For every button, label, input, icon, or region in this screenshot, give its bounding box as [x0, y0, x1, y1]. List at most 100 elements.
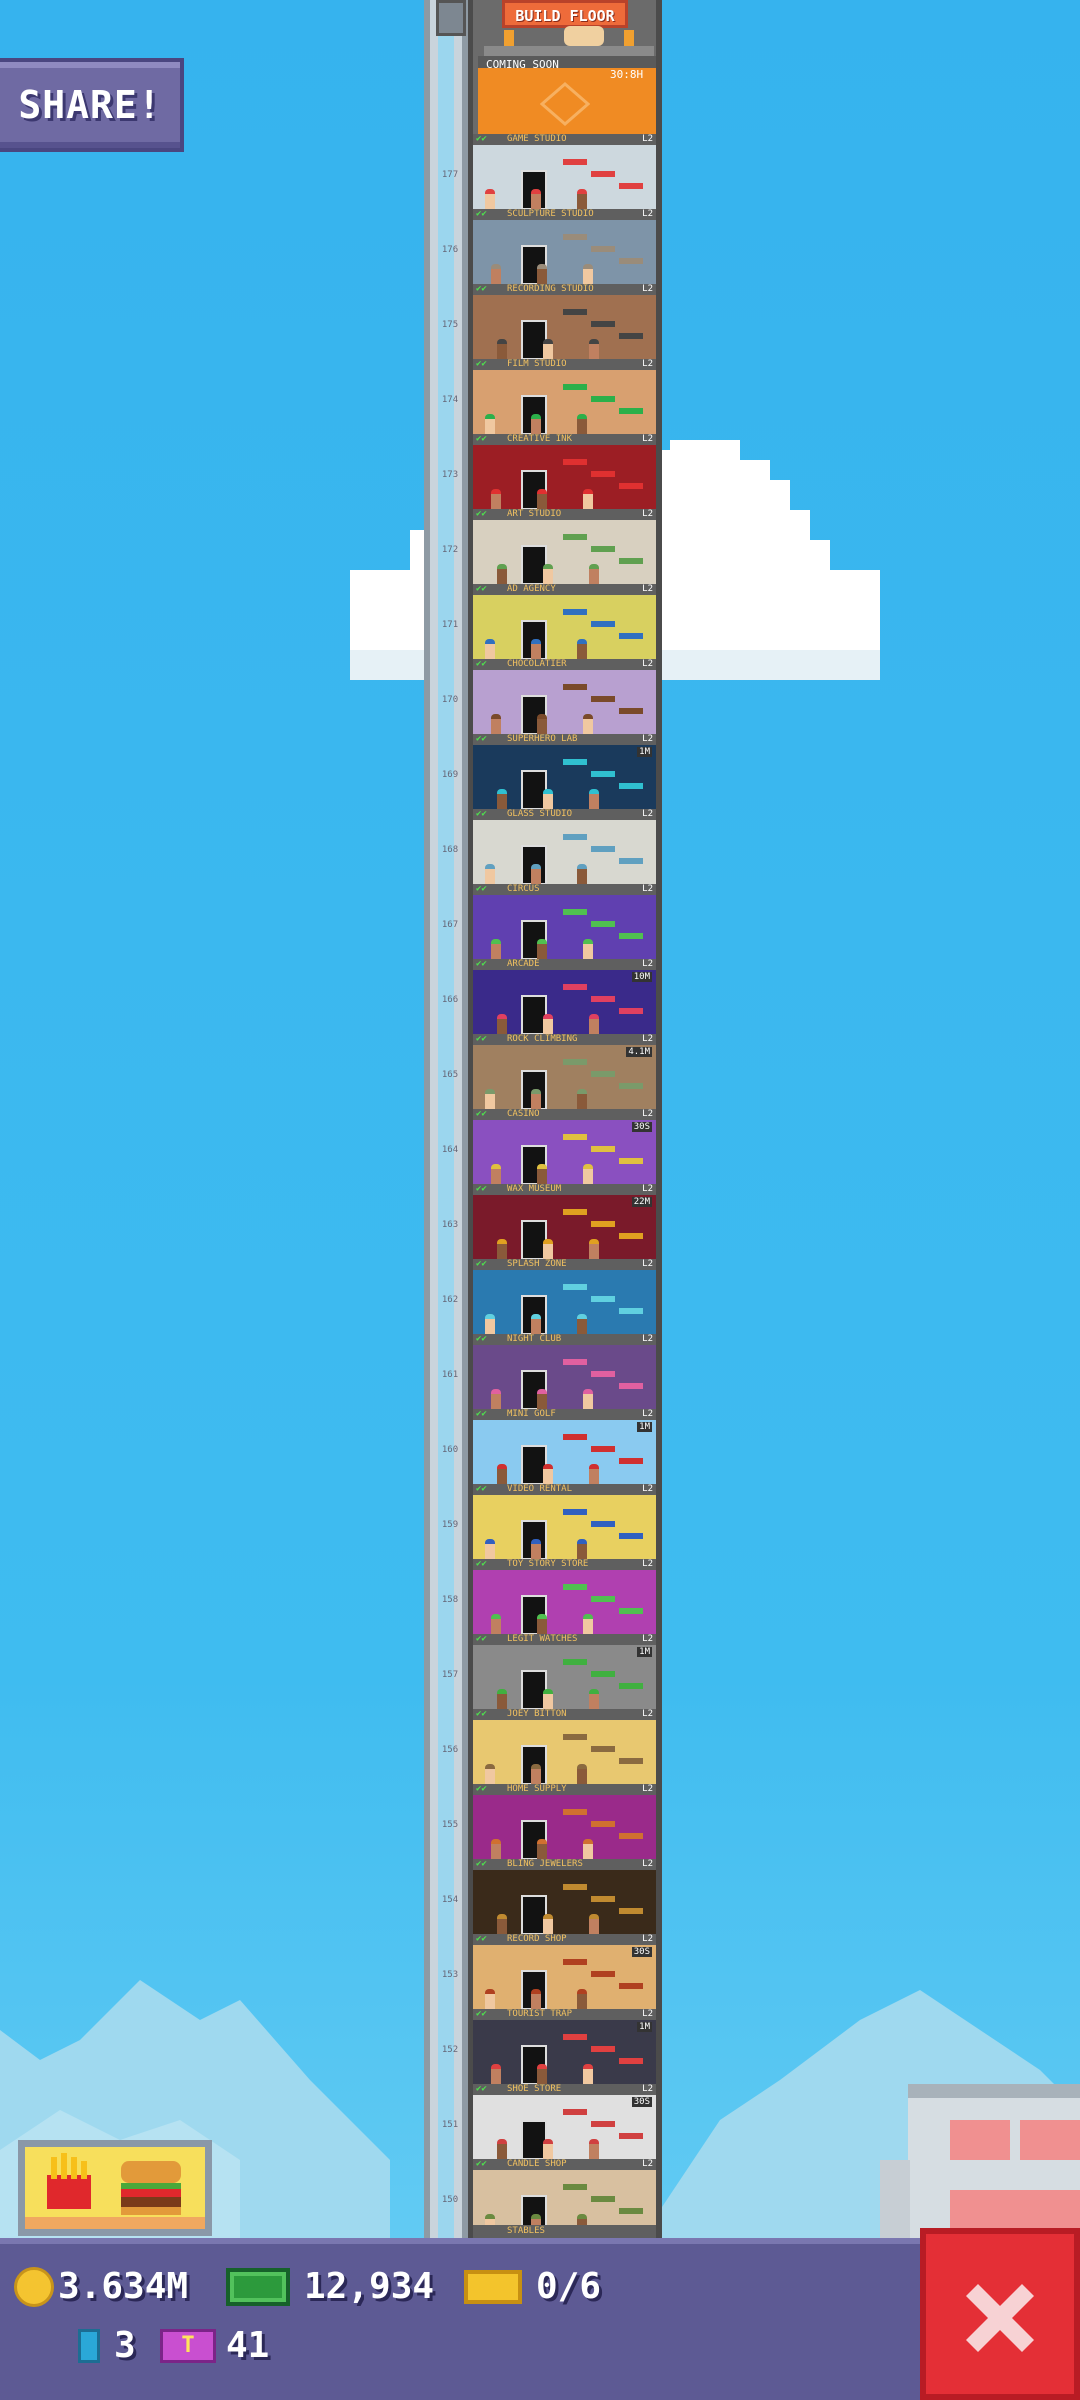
floor[interactable]: ✔✔ ART STUDIO L2 [473, 509, 656, 584]
floor[interactable]: ✔✔ CASINO L2 30S [473, 1109, 656, 1184]
floor[interactable]: ✔✔ LEGIT WATCHES L2 1M [473, 1634, 656, 1709]
bitizen[interactable] [485, 1764, 495, 1784]
floor[interactable]: ✔✔ TOY STORY STORE L2 [473, 1559, 656, 1634]
floor-room[interactable] [473, 1795, 656, 1859]
floor-room[interactable] [473, 295, 656, 359]
bitizen[interactable] [531, 1539, 541, 1559]
bitizen[interactable] [537, 1164, 547, 1184]
floor-room[interactable] [473, 670, 656, 734]
bitizen[interactable] [543, 1914, 553, 1934]
floor[interactable]: ✔✔ CIRCUS L2 [473, 884, 656, 959]
floor[interactable]: ✔✔ RECORDING STUDIO L2 [473, 284, 656, 359]
bitizen[interactable] [543, 1689, 553, 1709]
bitizen[interactable] [537, 1389, 547, 1409]
floor[interactable]: ✔✔ CHOCOLATIER L2 [473, 659, 656, 734]
bitizen[interactable] [577, 1089, 587, 1109]
bitizen[interactable] [497, 1914, 507, 1934]
floor[interactable]: ✔✔ SUPERHERO LAB L2 1M [473, 734, 656, 809]
floor[interactable]: ✔✔ SCULPTURE STUDIO L2 [473, 209, 656, 284]
bitizen[interactable] [577, 639, 587, 659]
floor[interactable]: ✔✔ SPLASH ZONE L2 [473, 1259, 656, 1334]
bitizen[interactable] [491, 489, 501, 509]
elevator-car[interactable] [436, 0, 466, 36]
bitizen[interactable] [589, 1014, 599, 1034]
bitizen[interactable] [589, 564, 599, 584]
bux-stat[interactable]: 12,934 [226, 2266, 434, 2307]
bitizen[interactable] [577, 1539, 587, 1559]
floor[interactable]: ✔✔ HOME SUPPLY L2 [473, 1784, 656, 1859]
bitizen[interactable] [589, 2139, 599, 2159]
bitizen[interactable] [589, 789, 599, 809]
bitizen[interactable] [531, 414, 541, 434]
floor[interactable]: ✔✔ CREATIVE INK L2 [473, 434, 656, 509]
bitizen[interactable] [497, 1689, 507, 1709]
bitizen[interactable] [543, 2139, 553, 2159]
floor[interactable]: ✔✔ WAX MUSEUM L2 22M [473, 1184, 656, 1259]
floor[interactable]: ✔✔ ROCK CLIMBING L2 4.1M [473, 1034, 656, 1109]
floor-room[interactable] [473, 1645, 656, 1709]
bitizen[interactable] [589, 1239, 599, 1259]
floor[interactable]: ✔✔ AD AGENCY L2 [473, 584, 656, 659]
bitizen[interactable] [491, 714, 501, 734]
bitizen[interactable] [543, 789, 553, 809]
floor[interactable]: ✔✔ ARCADE L2 10M [473, 959, 656, 1034]
bitizen[interactable] [583, 1614, 593, 1634]
floor[interactable]: ✔✔ TOURIST TRAP L2 1M [473, 2009, 656, 2084]
floor-room[interactable] [473, 1570, 656, 1634]
floor[interactable]: ✔✔ FILM STUDIO L2 [473, 359, 656, 434]
bitizen[interactable] [491, 264, 501, 284]
bitizen[interactable] [485, 1089, 495, 1109]
bitizen[interactable] [537, 1839, 547, 1859]
floor-room[interactable] [473, 1945, 656, 2009]
floor[interactable]: ✔✔ VIDEO RENTAL L2 [473, 1484, 656, 1559]
floor-room[interactable] [473, 895, 656, 959]
bitizen[interactable] [491, 2064, 501, 2084]
floor-room[interactable] [473, 2020, 656, 2084]
floor[interactable]: ✔✔ MINI GOLF L2 1M [473, 1409, 656, 1484]
floor-room[interactable] [473, 1420, 656, 1484]
bitizen[interactable] [485, 189, 495, 209]
bitizen[interactable] [577, 864, 587, 884]
bitizen[interactable] [577, 1314, 587, 1334]
bitizen[interactable] [537, 489, 547, 509]
bitizen[interactable] [537, 939, 547, 959]
bitizen[interactable] [531, 189, 541, 209]
floor[interactable]: ✔✔ RECORD SHOP L2 30S [473, 1934, 656, 2009]
tickets-stat[interactable]: 0/6 [464, 2266, 601, 2307]
bitizen[interactable] [485, 1989, 495, 2009]
bitizen[interactable] [537, 2064, 547, 2084]
bitizen[interactable] [497, 1239, 507, 1259]
bitizen[interactable] [543, 1014, 553, 1034]
floor-room[interactable] [473, 820, 656, 884]
bitizen[interactable] [531, 1089, 541, 1109]
floor-room[interactable] [473, 520, 656, 584]
floor-room[interactable] [473, 745, 656, 809]
game-scene[interactable]: SHARE! 177 176 175 174 173 172 171 170 169 168 167… [0, 0, 1080, 2400]
bitizen[interactable] [589, 1914, 599, 1934]
bitizen[interactable] [583, 939, 593, 959]
floor[interactable]: ✔✔ GAME STUDIO L2 [473, 134, 656, 209]
bitizen[interactable] [485, 1539, 495, 1559]
floor[interactable]: ✔✔ GLASS STUDIO L2 [473, 809, 656, 884]
floor-room[interactable] [473, 1195, 656, 1259]
bitizen[interactable] [589, 1464, 599, 1484]
bitizen[interactable] [497, 1014, 507, 1034]
bitizen[interactable] [497, 1464, 507, 1484]
bitizen[interactable] [531, 1764, 541, 1784]
bitizen[interactable] [537, 264, 547, 284]
floor-room[interactable] [473, 1720, 656, 1784]
bitizen[interactable] [491, 939, 501, 959]
bitizen[interactable] [491, 1839, 501, 1859]
floor[interactable]: ✔✔ CANDLE SHOP L2 [473, 2159, 656, 2234]
bitizen[interactable] [543, 339, 553, 359]
floor-room[interactable] [473, 970, 656, 1034]
bitizen[interactable] [543, 1464, 553, 1484]
bitizen[interactable] [531, 1314, 541, 1334]
bitizen[interactable] [497, 2139, 507, 2159]
bitizen[interactable] [543, 564, 553, 584]
close-button[interactable] [920, 2228, 1080, 2400]
build-floor-button[interactable]: BUILD FLOOR [502, 0, 628, 28]
bitizen[interactable] [485, 414, 495, 434]
bitizen[interactable] [531, 639, 541, 659]
bitizen[interactable] [583, 489, 593, 509]
